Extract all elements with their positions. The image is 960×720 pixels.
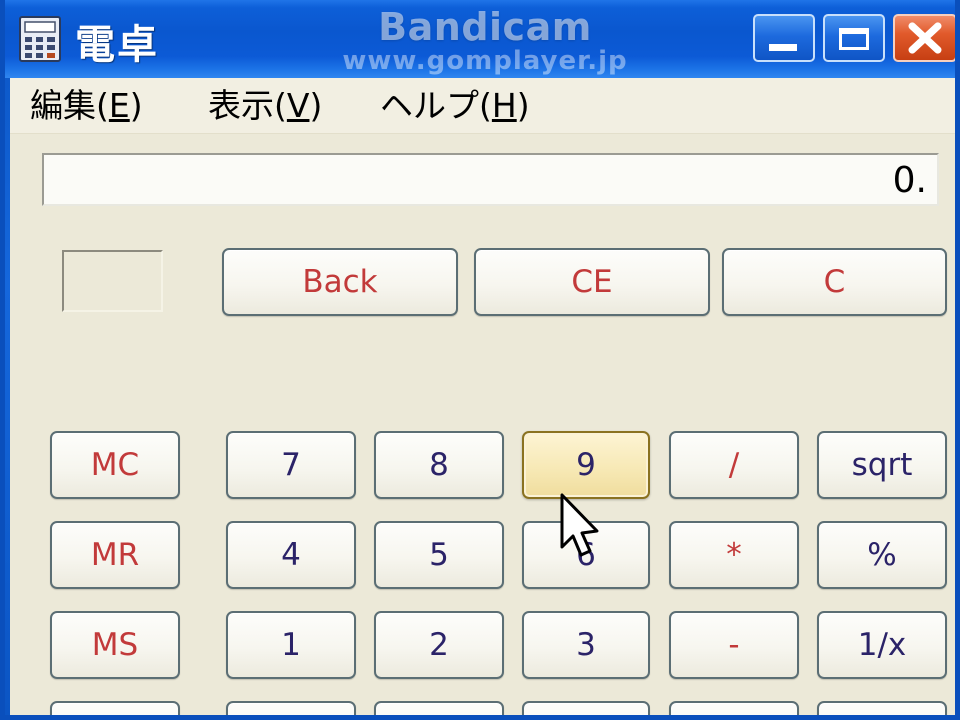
memory-indicator bbox=[62, 250, 163, 312]
add-button[interactable]: + bbox=[669, 701, 799, 715]
divide-button[interactable]: / bbox=[669, 431, 799, 499]
memory-clear-button[interactable]: MC bbox=[50, 431, 180, 499]
menu-view-pre: 表示( bbox=[208, 86, 287, 125]
memory-add-button[interactable]: M+ bbox=[50, 701, 180, 715]
multiply-button[interactable]: * bbox=[669, 521, 799, 589]
subtract-button[interactable]: - bbox=[669, 611, 799, 679]
sqrt-button[interactable]: sqrt bbox=[817, 431, 947, 499]
menu-item-view[interactable]: 表示(V) bbox=[208, 84, 322, 128]
memory-store-button[interactable]: MS bbox=[50, 611, 180, 679]
sign-toggle-button[interactable]: +/- bbox=[374, 701, 504, 715]
calculator-icon bbox=[19, 16, 61, 62]
display-value: 0. bbox=[892, 160, 927, 201]
digit-3-button[interactable]: 3 bbox=[522, 611, 650, 679]
minimize-icon bbox=[769, 44, 797, 51]
menu-bar: 編集(E) 表示(V) ヘルプ(H) bbox=[10, 78, 955, 134]
menu-edit-pre: 編集( bbox=[30, 86, 109, 125]
menu-view-post: ) bbox=[309, 86, 323, 125]
menu-help-accel: H bbox=[491, 86, 517, 125]
percent-button[interactable]: % bbox=[817, 521, 947, 589]
c-button[interactable]: C bbox=[722, 248, 947, 316]
menu-help-pre: ヘルプ( bbox=[380, 86, 492, 125]
memory-recall-button[interactable]: MR bbox=[50, 521, 180, 589]
ce-button[interactable]: CE bbox=[474, 248, 710, 316]
display-field[interactable]: 0. bbox=[42, 153, 939, 206]
digit-6-button[interactable]: 6 bbox=[522, 521, 650, 589]
digit-7-button[interactable]: 7 bbox=[226, 431, 356, 499]
client-area: 編集(E) 表示(V) ヘルプ(H) 0. Back CE C MC 7 8 9… bbox=[10, 78, 955, 715]
window-title: 電卓 bbox=[75, 22, 159, 68]
menu-edit-post: ) bbox=[129, 86, 143, 125]
digit-0-button[interactable]: 0 bbox=[226, 701, 356, 715]
close-icon bbox=[908, 22, 942, 54]
calculator-window: 電卓 Bandicam www.gomplayer.jp 編集(E) 表示(V)… bbox=[0, 0, 960, 720]
digit-1-button[interactable]: 1 bbox=[226, 611, 356, 679]
menu-view-accel: V bbox=[286, 86, 310, 125]
digit-4-button[interactable]: 4 bbox=[226, 521, 356, 589]
digit-9-button[interactable]: 9 bbox=[522, 431, 650, 499]
decimal-point-button[interactable]: . bbox=[522, 701, 650, 715]
digit-2-button[interactable]: 2 bbox=[374, 611, 504, 679]
maximize-icon bbox=[839, 28, 869, 50]
close-button[interactable] bbox=[893, 14, 955, 62]
menu-help-post: ) bbox=[516, 86, 530, 125]
digit-8-button[interactable]: 8 bbox=[374, 431, 504, 499]
maximize-button[interactable] bbox=[823, 14, 885, 62]
title-bar[interactable]: 電卓 Bandicam www.gomplayer.jp bbox=[5, 0, 955, 78]
menu-edit-accel: E bbox=[108, 86, 130, 125]
digit-5-button[interactable]: 5 bbox=[374, 521, 504, 589]
minimize-button[interactable] bbox=[753, 14, 815, 62]
reciprocal-button[interactable]: 1/x bbox=[817, 611, 947, 679]
menu-item-edit[interactable]: 編集(E) bbox=[30, 84, 143, 128]
equals-button[interactable]: = bbox=[817, 701, 947, 715]
back-button[interactable]: Back bbox=[222, 248, 458, 316]
menu-item-help[interactable]: ヘルプ(H) bbox=[380, 84, 530, 128]
